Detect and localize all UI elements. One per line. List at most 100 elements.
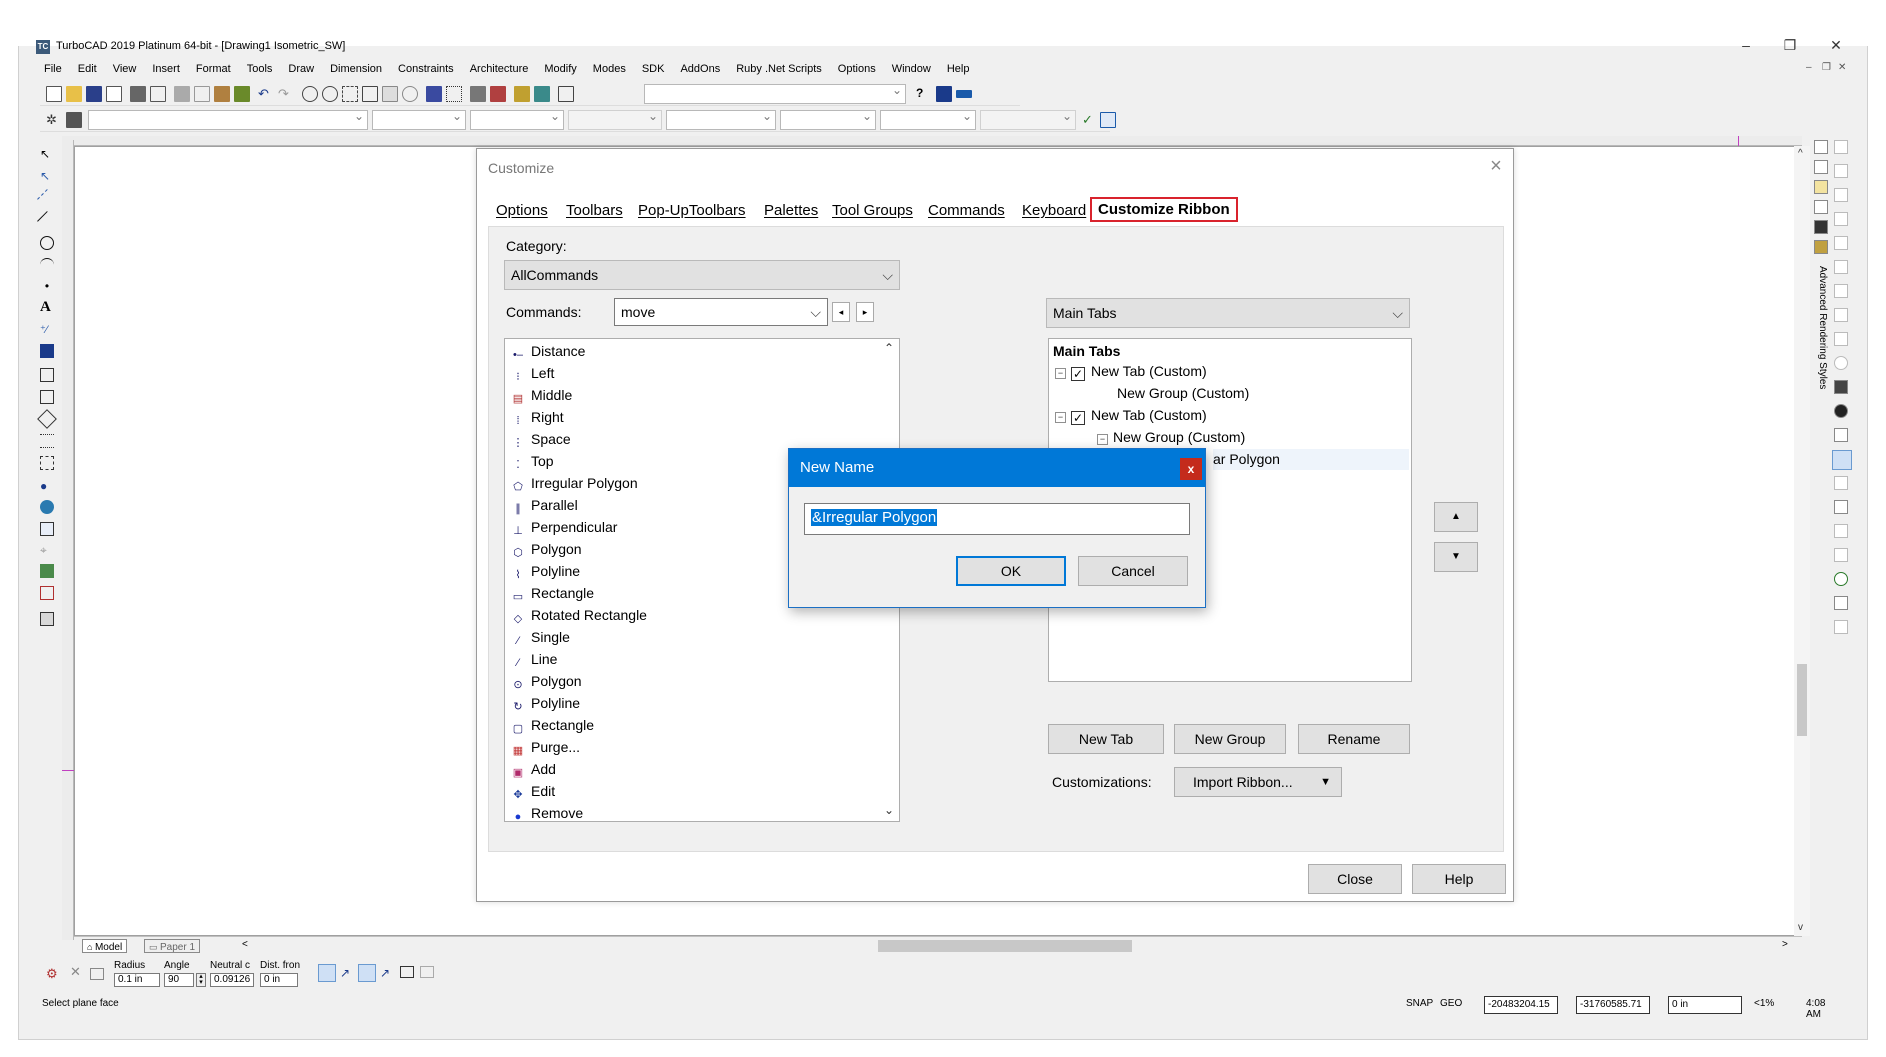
customize-close-icon[interactable]: × xyxy=(1486,156,1506,176)
new-file-icon[interactable] xyxy=(46,86,62,102)
list-item[interactable]: ⌇ Polyline xyxy=(511,561,580,582)
arc-tool-icon[interactable] xyxy=(40,258,54,272)
commands-combo[interactable]: move ⌵ xyxy=(614,298,828,326)
snap-tool-icon[interactable] xyxy=(40,456,54,470)
tree-row[interactable]: − ✓ New Tab (Custom) xyxy=(1055,405,1207,426)
menu-window[interactable]: Window xyxy=(884,60,939,78)
list-item[interactable]: ⊙ Polygon xyxy=(511,671,581,692)
menu-draw[interactable]: Draw xyxy=(280,60,322,78)
save-as-icon[interactable] xyxy=(106,86,122,102)
modify-tool-icon[interactable] xyxy=(40,368,54,382)
collapse-icon[interactable]: − xyxy=(1055,412,1066,423)
check-icon[interactable]: ✓ xyxy=(1082,112,1098,128)
tab-model[interactable]: ⌂ Model xyxy=(82,939,128,953)
list-item[interactable]: ▣ Add xyxy=(511,759,556,780)
menu-tools[interactable]: Tools xyxy=(239,60,281,78)
radius-field[interactable]: 0.1 in xyxy=(114,973,160,987)
scroll-left-icon[interactable]: < xyxy=(242,939,248,950)
tab-commands[interactable]: Commands xyxy=(928,202,1005,219)
pen-style-combo[interactable] xyxy=(470,109,564,130)
mode-button-4[interactable]: ↗ xyxy=(380,966,394,980)
close-window-button[interactable]: ✕ xyxy=(1816,34,1856,56)
menu-format[interactable]: Format xyxy=(188,60,239,78)
cancel-button[interactable]: Cancel xyxy=(1078,556,1188,586)
panel-icon-2[interactable] xyxy=(1814,160,1828,174)
panel-tool-21[interactable] xyxy=(1834,620,1848,634)
move-down-button[interactable]: ▼ xyxy=(1434,542,1478,572)
panel-icon-3[interactable] xyxy=(1814,180,1828,194)
tab-palettes[interactable]: Palettes xyxy=(764,202,818,219)
checkbox-checked-icon[interactable]: ✓ xyxy=(1071,367,1085,381)
panel-tool-19[interactable] xyxy=(1834,572,1848,586)
collapse-icon[interactable]: − xyxy=(1097,434,1108,445)
mdi-minimize-button[interactable]: – xyxy=(1806,62,1812,73)
menu-ruby-net-scripts[interactable]: Ruby .Net Scripts xyxy=(728,60,830,78)
brush-tool-icon[interactable]: ● xyxy=(40,480,54,494)
zoom-out-icon[interactable] xyxy=(322,86,338,102)
layer-icon[interactable] xyxy=(490,86,506,102)
panel-tool-9[interactable] xyxy=(1834,332,1848,346)
x-coordinate-field[interactable]: -20483204.15 xyxy=(1484,996,1558,1014)
help-button[interactable]: Help xyxy=(1412,864,1506,894)
collapse-icon[interactable]: − xyxy=(1055,368,1066,379)
selector-icon[interactable] xyxy=(470,86,486,102)
list-item[interactable]: ⬠ Irregular Polygon xyxy=(511,473,637,494)
tree-row[interactable]: New Group (Custom) xyxy=(1117,383,1249,404)
tree-row[interactable]: − New Group (Custom) xyxy=(1097,427,1245,448)
panel-tool-2[interactable] xyxy=(1834,164,1848,178)
line-tool-icon[interactable] xyxy=(37,211,57,231)
dimension-tool-icon[interactable]: ⁺⁄ xyxy=(40,324,54,338)
previous-command-button[interactable]: ◂ xyxy=(832,302,850,322)
pattern-combo[interactable] xyxy=(780,109,876,130)
insert-symbol-icon[interactable] xyxy=(40,344,54,358)
new-name-close-button[interactable]: x xyxy=(1180,458,1202,480)
panel-tool-4[interactable] xyxy=(1834,212,1848,226)
panel-tool-1[interactable] xyxy=(1834,140,1848,154)
rename-button[interactable]: Rename xyxy=(1298,724,1410,754)
menu-modify[interactable]: Modify xyxy=(536,60,584,78)
text-tool-icon[interactable]: A xyxy=(40,300,54,315)
select-arrow-icon[interactable]: ↖ xyxy=(40,148,54,162)
ribbon-tabs-dropdown[interactable]: Main Tabs ⌵ xyxy=(1046,298,1410,328)
distance-field[interactable]: 0 in xyxy=(260,973,298,987)
panel-icon-4[interactable] xyxy=(1814,200,1828,214)
panel-tool-17[interactable] xyxy=(1834,524,1848,538)
mode-button-2[interactable]: ↗ xyxy=(340,966,354,980)
menu-view[interactable]: View xyxy=(105,60,145,78)
print-icon[interactable] xyxy=(130,86,146,102)
tab-keyboard[interactable]: Keyboard xyxy=(1022,202,1086,219)
z-coordinate-field[interactable]: 0 in xyxy=(1668,996,1742,1014)
viewport-tool-icon[interactable] xyxy=(40,522,54,536)
panel-icon-6[interactable] xyxy=(1814,240,1828,254)
tree-root[interactable]: Main Tabs xyxy=(1053,341,1120,362)
list-item[interactable]: ∥ Parallel xyxy=(511,495,577,516)
redo-icon[interactable]: ↷ xyxy=(278,86,294,102)
vertical-scrollbar-thumb[interactable] xyxy=(1797,664,1807,736)
new-tab-button[interactable]: New Tab xyxy=(1048,724,1164,754)
lock-icon[interactable]: ⚙ xyxy=(46,966,58,982)
panel-tool-16[interactable] xyxy=(1834,500,1848,514)
menu-addons[interactable]: AddOns xyxy=(672,60,728,78)
panel-tool-11[interactable] xyxy=(1834,380,1848,394)
zoom-previous-icon[interactable] xyxy=(402,86,418,102)
list-item[interactable]: ▢ Rectangle xyxy=(511,715,594,736)
menu-modes[interactable]: Modes xyxy=(585,60,634,78)
zoom-extents-icon[interactable] xyxy=(362,86,378,102)
menu-help[interactable]: Help xyxy=(939,60,978,78)
array-tool-icon[interactable] xyxy=(40,434,54,448)
panel-tool-3[interactable] xyxy=(1834,188,1848,202)
geo-indicator[interactable]: GEO xyxy=(1440,998,1462,1009)
tab-tool-groups[interactable]: Tool Groups xyxy=(832,202,913,219)
image-tool-icon[interactable] xyxy=(40,612,54,626)
ok-button[interactable]: OK xyxy=(956,556,1066,586)
tab-popup-toolbars[interactable]: Pop-UpToolbars xyxy=(638,202,746,219)
list-item[interactable]: ✥ Edit xyxy=(511,781,555,802)
vertical-scrollbar[interactable] xyxy=(1794,146,1810,936)
tree-row[interactable]: − ✓ New Tab (Custom) xyxy=(1055,361,1207,382)
mode-button-1[interactable] xyxy=(318,964,336,982)
mdi-close-button[interactable]: ✕ xyxy=(1838,62,1846,73)
list-item[interactable]: ⁝ Left xyxy=(511,363,554,384)
grid-icon[interactable] xyxy=(446,86,462,102)
format-painter-icon[interactable] xyxy=(234,86,250,102)
print-preview-icon[interactable] xyxy=(150,86,166,102)
